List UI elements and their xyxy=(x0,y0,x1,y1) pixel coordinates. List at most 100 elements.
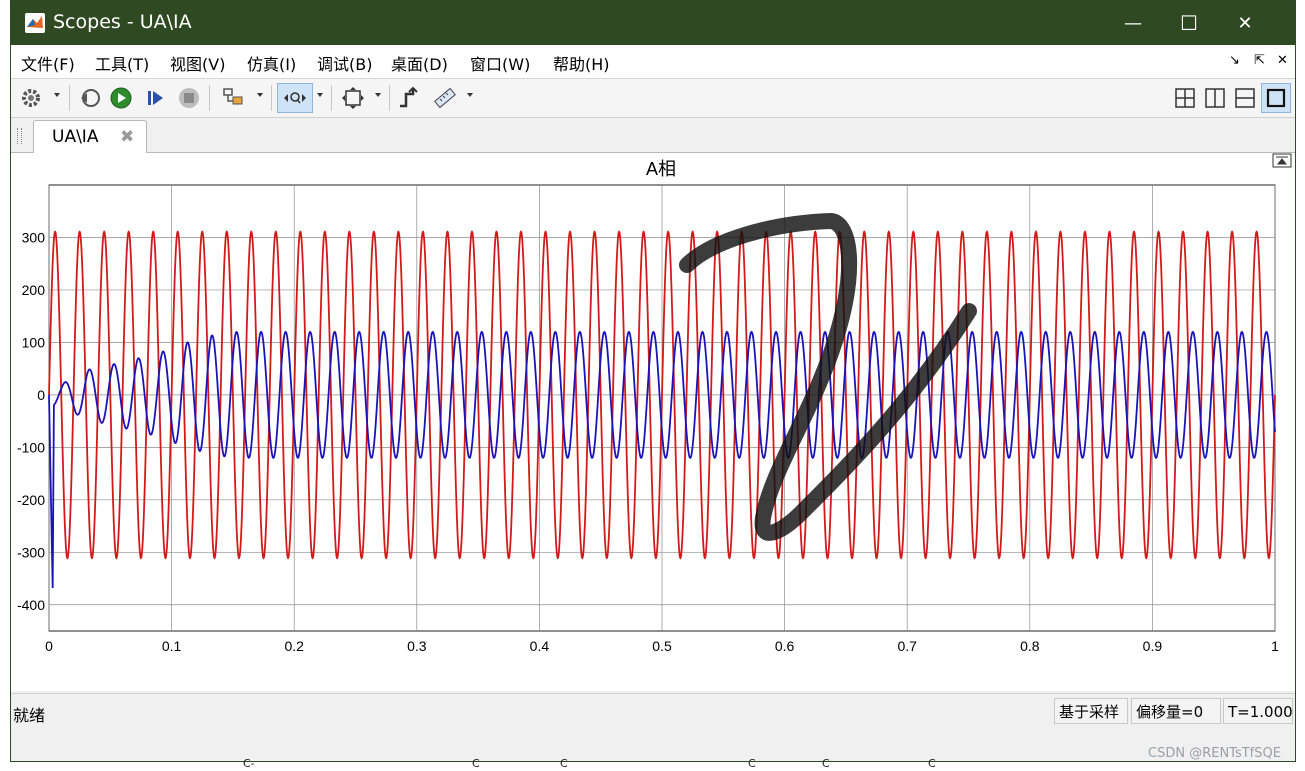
y-tick-label: -300 xyxy=(17,544,45,560)
x-tick-label: 0.2 xyxy=(284,638,304,654)
layout-rows-button[interactable] xyxy=(1231,84,1259,112)
scale-axes-button[interactable] xyxy=(339,84,367,112)
menu-tools[interactable]: 工具(T) xyxy=(95,51,149,75)
menu-desktop[interactable]: 桌面(D) xyxy=(391,51,448,75)
x-tick-label: 0.3 xyxy=(407,638,427,654)
close-button[interactable]: ✕ xyxy=(1217,7,1273,39)
menu-debug[interactable]: 调试(B) xyxy=(317,51,372,75)
x-tick-label: 0.5 xyxy=(652,638,672,654)
model-port-label: C- xyxy=(243,757,255,770)
scopes-window: Scopes - UA\IA — ☐ ✕ 文件(F) 工具(T) 视图(V) 仿… xyxy=(10,0,1296,762)
zoom-button[interactable] xyxy=(277,83,313,113)
measurements-button[interactable] xyxy=(431,84,459,112)
background-model-strip xyxy=(0,762,1305,771)
window-title: Scopes - UA\IA xyxy=(53,11,192,33)
chart-title: A相 xyxy=(646,159,676,179)
tab-label: UA\IA xyxy=(52,127,99,147)
scale-dropdown-arrow[interactable] xyxy=(375,93,381,97)
y-tick-label: 200 xyxy=(22,282,46,298)
toolbar xyxy=(11,79,1295,118)
triggers-button[interactable] xyxy=(395,84,423,112)
model-port-label: C xyxy=(822,757,830,770)
layout-rows-icon xyxy=(1235,88,1255,108)
menu-file[interactable]: 文件(F) xyxy=(21,51,75,75)
layout-columns-icon xyxy=(1205,88,1225,108)
status-bar: 就绪 基于采样 偏移量=0 T=1.000 xyxy=(11,693,1295,734)
highlight-block-button[interactable] xyxy=(219,84,247,112)
y-tick-label: -400 xyxy=(17,597,45,613)
y-tick-label: 0 xyxy=(37,387,45,403)
offset-cell: 偏移量=0 xyxy=(1131,698,1221,724)
fit-axes-icon xyxy=(342,87,364,109)
title-bar[interactable]: Scopes - UA\IA — ☐ ✕ xyxy=(11,1,1295,45)
gear-icon xyxy=(22,89,40,107)
settings-dropdown-arrow[interactable] xyxy=(54,93,60,97)
settings-button[interactable] xyxy=(17,84,45,112)
plot-area: 0 0.1 0.2 0.3 0.4 0.5 0.6 0.7 0.8 0.9 1 300 200 100 0 -… xyxy=(11,153,1295,691)
expand-plot-button[interactable] xyxy=(1272,153,1292,168)
scope-chart[interactable]: 0 0.1 0.2 0.3 0.4 0.5 0.6 0.7 0.8 0.9 1 300 200 100 0 -… xyxy=(11,153,1295,691)
signal-block-icon xyxy=(223,88,243,105)
y-tick-label: -100 xyxy=(17,439,45,455)
step-forward-icon xyxy=(148,91,163,105)
csdn-watermark: CSDN @RENTsTfSQE xyxy=(1148,746,1281,761)
tab-ua-ia[interactable]: UA\IA ✖ xyxy=(33,120,147,153)
status-text: 就绪 xyxy=(13,706,46,725)
x-tick-label: 0.9 xyxy=(1143,638,1163,654)
block-dropdown-arrow[interactable] xyxy=(257,93,263,97)
ruler-icon xyxy=(434,87,456,109)
x-tick-label: 0.4 xyxy=(530,638,550,654)
menu-view[interactable]: 视图(V) xyxy=(170,51,225,75)
run-button[interactable] xyxy=(107,84,135,112)
stop-icon xyxy=(179,88,199,108)
tab-close-icon[interactable]: ✖ xyxy=(120,127,134,147)
close-icon: ✕ xyxy=(1237,12,1253,34)
zoom-dropdown-arrow[interactable] xyxy=(317,93,323,97)
undock-icon[interactable]: ↘ xyxy=(1229,53,1240,68)
x-tick-label: 0.6 xyxy=(775,638,795,654)
drag-handle[interactable] xyxy=(17,128,22,144)
maximize-icon: ☐ xyxy=(1180,11,1198,35)
x-tick-label: 0.8 xyxy=(1020,638,1040,654)
x-tick-label: 0.7 xyxy=(897,638,917,654)
layout-columns-button[interactable] xyxy=(1201,84,1229,112)
step-back-button[interactable] xyxy=(75,84,103,112)
y-tick-label: -200 xyxy=(17,492,45,508)
y-tick-label: 300 xyxy=(22,229,46,245)
menu-close-icon[interactable]: ✕ xyxy=(1277,53,1288,68)
layout-grid-2x2-button[interactable] xyxy=(1171,84,1199,112)
model-port-label: C xyxy=(472,757,480,770)
menu-bar: 文件(F) 工具(T) 视图(V) 仿真(I) 调试(B) 桌面(D) 窗口(W… xyxy=(11,45,1295,79)
matlab-logo-icon xyxy=(25,13,45,33)
step-forward-button[interactable] xyxy=(141,84,169,112)
toolbar-separator xyxy=(271,85,272,111)
zoom-icon xyxy=(284,92,306,104)
x-tick-label: 1 xyxy=(1271,638,1279,654)
layout-2x2-icon xyxy=(1175,88,1195,108)
x-tick-label: 0.1 xyxy=(162,638,182,654)
model-port-label: C xyxy=(928,757,936,770)
time-cell: T=1.000 xyxy=(1223,698,1293,724)
toolbar-separator xyxy=(69,85,70,111)
menu-simulation[interactable]: 仿真(I) xyxy=(247,51,296,75)
menu-help[interactable]: 帮助(H) xyxy=(553,51,610,75)
play-icon xyxy=(110,87,132,109)
layout-single-button[interactable] xyxy=(1261,83,1291,113)
model-port-label: C xyxy=(560,757,568,770)
minimize-button[interactable]: — xyxy=(1105,7,1161,39)
document-tab-strip: UA\IA ✖ xyxy=(11,118,1295,153)
minimize-icon: — xyxy=(1124,12,1142,34)
measurements-dropdown-arrow[interactable] xyxy=(467,93,473,97)
menu-window[interactable]: 窗口(W) xyxy=(470,51,530,75)
layout-single-icon xyxy=(1266,88,1286,108)
stop-button[interactable] xyxy=(175,84,203,112)
y-tick-label: 100 xyxy=(22,334,46,350)
toolbar-separator xyxy=(331,85,332,111)
toolbar-separator xyxy=(389,85,390,111)
maximize-button[interactable]: ☐ xyxy=(1161,7,1217,39)
trigger-icon xyxy=(400,86,418,108)
sample-mode-cell: 基于采样 xyxy=(1054,698,1128,724)
pin-icon[interactable]: ⇱ xyxy=(1254,53,1265,68)
step-back-icon xyxy=(81,89,100,107)
x-tick-label: 0 xyxy=(45,638,53,654)
